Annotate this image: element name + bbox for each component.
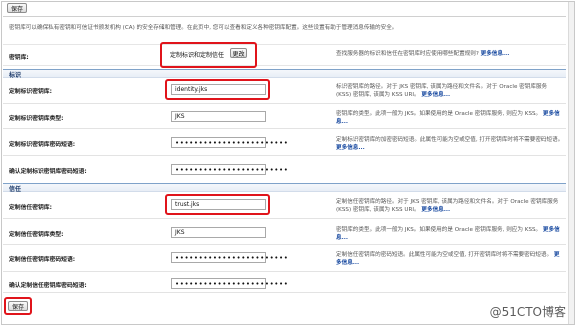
identity-keystore-type-input[interactable]: JKS [171,111,266,122]
trust-section-title: 信任 [9,186,22,193]
identity-section-title: 标识 [9,72,22,79]
identity-row-divider-3 [3,155,566,156]
trust-passphrase-desc: 定制信任密钥库的密码短语。此属性可能为空或空值, 打开密钥库时将不需要密码短语。… [336,251,564,267]
identity-passphrase-more-link[interactable]: 更多信息... [336,145,365,151]
save-bottom-highlight [4,297,32,315]
identity-keystore-desc: 标识密钥库的路径。对于 JKS 密钥库, 该属为路径和文件名。对于 Oracle… [336,83,564,99]
trust-passphrase-input[interactable]: •••••••••••••••••••••••• [171,252,288,263]
identity-keystore-type-desc-text: 密钥库的类型。此项一般为 JKS。如果使用的是 Oracle 密钥库服务, 则应… [336,111,542,117]
identity-passphrase-desc-text: 定制标识密钥库的加密密码短语。此属性可能为空或空值, 打开密钥库时将不需要密码短… [336,137,564,143]
trust-keystore-type-input[interactable]: JKS [171,227,266,238]
trust-passphrase-desc-text: 定制信任密钥库的密码短语。此属性可能为空或空值, 打开密钥库时将不需要密码短语。 [336,252,553,258]
identity-row-divider-1 [3,103,566,104]
identity-passphrase-label: 定制标识密钥库密码短语: [9,142,76,148]
trust-keystore-more-link[interactable]: 更多信息... [421,207,450,213]
keystores-desc-text: 查找服务器的标识和信任在密钥库时应使用哪些配置规则? [336,51,479,57]
identity-confirm-label: 确认定制标识密钥库密码短语: [9,169,87,175]
identity-section-bar [3,69,566,78]
trust-confirm-input[interactable]: •••••••••••••••••••••••• [171,278,288,289]
identity-confirm-input[interactable]: •••••••••••••••••••••••• [171,164,288,175]
keystores-label: 密钥库: [9,55,29,61]
trust-row-divider-2 [3,244,566,245]
trust-keystore-type-desc: 密钥库的类型。此项一般为 JKS。如果使用的是 Oracle 密钥库服务, 则应… [336,226,564,242]
trust-keystore-highlight [165,194,270,215]
identity-passphrase-desc: 定制标识密钥库的加密密码短语。此属性可能为空或空值, 打开密钥库时将不需要密码短… [336,136,564,152]
top-divider [3,16,566,17]
keystores-more-link[interactable]: 更多信息... [481,51,510,57]
trust-passphrase-label: 定制信任密钥库密码短语: [9,257,76,263]
trust-section-bar [3,183,566,192]
identity-keystore-type-label: 定制标识密钥库类型: [9,116,64,122]
trust-row-divider-4 [3,292,566,293]
scrollbar[interactable] [568,2,574,324]
identity-keystore-label: 定制标识密钥库: [9,89,52,95]
identity-keystore-type-desc: 密钥库的类型。此项一般为 JKS。如果使用的是 Oracle 密钥库服务, 则应… [336,110,564,126]
trust-row-divider-3 [3,271,566,272]
trust-confirm-label: 确认定制信任密钥库密码短语: [9,283,87,289]
watermark: @51CTO博客 [489,305,566,319]
save-button-top[interactable]: 保存 [7,3,27,13]
trust-keystore-desc: 定制信任密钥库的路径。对于 JKS 密钥库, 该属为路径和文件名。对于 Orac… [336,198,564,214]
identity-passphrase-input[interactable]: •••••••••••••••••••••••• [171,137,288,148]
trust-keystore-type-desc-text: 密钥库的类型。此项一般为 JKS。如果使用的是 Oracle 密钥库服务, 则应… [336,227,542,233]
trust-keystore-type-label: 定制信任密钥库类型: [9,232,64,238]
keystores-highlight [160,42,257,68]
identity-row-divider-2 [3,128,566,129]
intro-text: 密钥库可以确保私有密钥和可信证书颁发机构 (CA) 的安全存储和管理。在此页中,… [9,25,398,31]
identity-keystore-highlight [165,79,270,100]
trust-row-divider-1 [3,218,566,219]
trust-keystore-label: 定制信任密钥库: [9,205,52,211]
keystores-desc: 查找服务器的标识和信任在密钥库时应使用哪些配置规则? 更多信息... [336,50,566,58]
identity-keystore-more-link[interactable]: 更多信息... [421,92,450,98]
